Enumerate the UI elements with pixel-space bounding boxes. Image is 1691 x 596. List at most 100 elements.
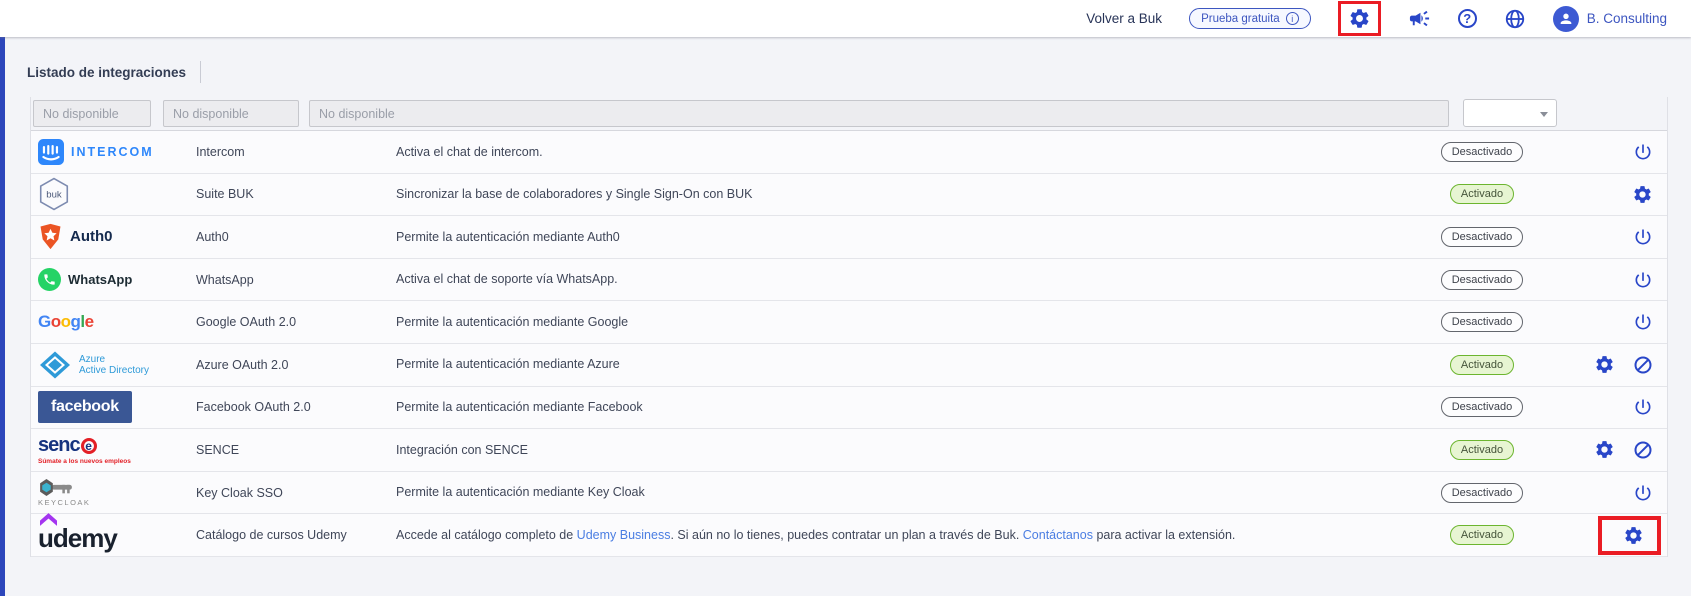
- trial-badge[interactable]: Prueba gratuita i: [1189, 8, 1311, 29]
- integration-description: Sincronizar la base de colaboradores y S…: [396, 173, 1422, 216]
- table-row: senceSúmate a los nuevos empleosSENCEInt…: [31, 429, 1667, 472]
- auth0-logo-icon: [38, 223, 63, 250]
- trial-badge-label: Prueba gratuita: [1201, 13, 1280, 25]
- block-icon[interactable]: [1633, 355, 1653, 375]
- chevron-down-icon: [1540, 112, 1548, 117]
- row-actions: [1542, 516, 1667, 555]
- integration-description: Permite la autenticación mediante Key Cl…: [396, 471, 1422, 514]
- row-actions: [1542, 354, 1667, 375]
- integration-logo: INTERCOM: [31, 139, 196, 165]
- integration-description: Permite la autenticación mediante Azure: [396, 343, 1422, 386]
- integration-name: Suite BUK: [196, 187, 396, 201]
- integration-name: Auth0: [196, 230, 396, 244]
- status-badge: Activado: [1450, 440, 1514, 460]
- gear-icon[interactable]: [1632, 184, 1653, 205]
- table-row: GoogleGoogle OAuth 2.0Permite la autenti…: [31, 301, 1667, 344]
- integration-description: Activa el chat de intercom.: [396, 131, 1422, 174]
- gear-icon[interactable]: [1623, 525, 1644, 546]
- row-actions: [1542, 184, 1667, 205]
- account-menu[interactable]: B. Consulting: [1553, 6, 1667, 32]
- topbar: Volver a Buk Prueba gratuita i ? B. Cons…: [0, 0, 1691, 37]
- description-link[interactable]: Contáctanos: [1023, 528, 1093, 542]
- azure-logo-icon: [38, 349, 72, 381]
- buk-logo-icon: buk: [38, 177, 70, 211]
- integration-name: WhatsApp: [196, 273, 396, 287]
- integration-description: Permite la autenticación mediante Facebo…: [396, 386, 1422, 429]
- integration-description: Integración con SENCE: [396, 429, 1422, 472]
- row-actions: [1542, 483, 1667, 503]
- row-actions: [1542, 439, 1667, 460]
- table-row: INTERCOMIntercomActiva el chat de interc…: [31, 131, 1667, 174]
- row-actions: [1542, 270, 1667, 290]
- table-row: WhatsAppWhatsAppActiva el chat de soport…: [31, 259, 1667, 302]
- integration-logo: buk: [31, 177, 196, 211]
- row-actions: [1542, 397, 1667, 417]
- power-icon[interactable]: [1633, 142, 1653, 162]
- integration-logo: udemy: [31, 517, 196, 554]
- row-actions: [1542, 312, 1667, 332]
- volver-a-buk-link[interactable]: Volver a Buk: [1086, 11, 1162, 26]
- integration-name: Catálogo de cursos Udemy: [196, 528, 396, 542]
- status-badge: Desactivado: [1441, 312, 1524, 332]
- filter-row: [31, 97, 1667, 130]
- integration-name: Intercom: [196, 145, 396, 159]
- title-divider: [200, 61, 201, 83]
- status-badge: Activado: [1450, 184, 1514, 204]
- integration-logo: senceSúmate a los nuevos empleos: [31, 434, 196, 465]
- action-highlight-box: [1598, 516, 1661, 555]
- integration-name: Facebook OAuth 2.0: [196, 400, 396, 414]
- block-icon[interactable]: [1633, 440, 1653, 460]
- status-badge: Desactivado: [1441, 483, 1524, 503]
- integration-logo: Auth0: [31, 223, 196, 250]
- status-filter-select[interactable]: [1463, 99, 1557, 127]
- integration-name: Azure OAuth 2.0: [196, 358, 396, 372]
- integration-name: Key Cloak SSO: [196, 486, 396, 500]
- filter-input-1[interactable]: [33, 100, 151, 127]
- sidebar-rail[interactable]: [0, 37, 5, 596]
- status-badge: Desactivado: [1441, 227, 1524, 247]
- status-badge: Desactivado: [1441, 397, 1524, 417]
- announcements-icon[interactable]: [1408, 7, 1431, 30]
- row-actions: [1542, 142, 1667, 162]
- table-row: Auth0Auth0Permite la autenticación media…: [31, 216, 1667, 259]
- whatsapp-logo-icon: [38, 268, 61, 291]
- power-icon[interactable]: [1633, 483, 1653, 503]
- power-icon[interactable]: [1633, 270, 1653, 290]
- table-row: buk Suite BUKSincronizar la base de colab…: [31, 174, 1667, 217]
- row-actions: [1542, 227, 1667, 247]
- help-icon[interactable]: ?: [1458, 9, 1477, 28]
- integration-logo: AzureActive Directory: [31, 349, 196, 381]
- power-icon[interactable]: [1633, 312, 1653, 332]
- table-row: udemy Catálogo de cursos UdemyAccede al c…: [31, 514, 1667, 557]
- integration-description: Accede al catálogo completo de Udemy Bus…: [396, 514, 1422, 557]
- info-icon: i: [1286, 12, 1299, 25]
- status-badge: Activado: [1450, 525, 1514, 545]
- gear-icon[interactable]: [1594, 439, 1615, 460]
- integrations-table: INTERCOMIntercomActiva el chat de interc…: [30, 97, 1668, 557]
- status-badge: Desactivado: [1441, 142, 1524, 162]
- account-name: B. Consulting: [1587, 11, 1667, 26]
- avatar: [1553, 6, 1579, 32]
- description-link[interactable]: Udemy Business: [577, 528, 671, 542]
- status-badge: Activado: [1450, 355, 1514, 375]
- settings-highlight-box: [1338, 1, 1381, 36]
- table-row: AzureActive DirectoryAzure OAuth 2.0Perm…: [31, 344, 1667, 387]
- google-logo-wordmark: Google: [38, 312, 94, 332]
- integration-name: Google OAuth 2.0: [196, 315, 396, 329]
- gear-icon[interactable]: [1594, 354, 1615, 375]
- table-row: facebookFacebook OAuth 2.0Permite la aut…: [31, 387, 1667, 430]
- integration-name: SENCE: [196, 443, 396, 457]
- power-icon[interactable]: [1633, 227, 1653, 247]
- filter-input-2[interactable]: [163, 100, 299, 127]
- filter-input-3[interactable]: [309, 100, 1449, 127]
- integration-logo: Google: [31, 312, 196, 332]
- integration-logo: WhatsApp: [31, 268, 196, 291]
- language-globe-icon[interactable]: [1504, 8, 1526, 30]
- power-icon[interactable]: [1633, 397, 1653, 417]
- svg-text:buk: buk: [46, 190, 62, 201]
- settings-icon[interactable]: [1348, 7, 1371, 30]
- keycloak-logo: KEYCLOAK: [38, 479, 90, 507]
- integration-logo: KEYCLOAK: [31, 479, 196, 507]
- integration-description: Activa el chat de soporte vía WhatsApp.: [396, 258, 1422, 301]
- udemy-logo: udemy: [38, 517, 117, 554]
